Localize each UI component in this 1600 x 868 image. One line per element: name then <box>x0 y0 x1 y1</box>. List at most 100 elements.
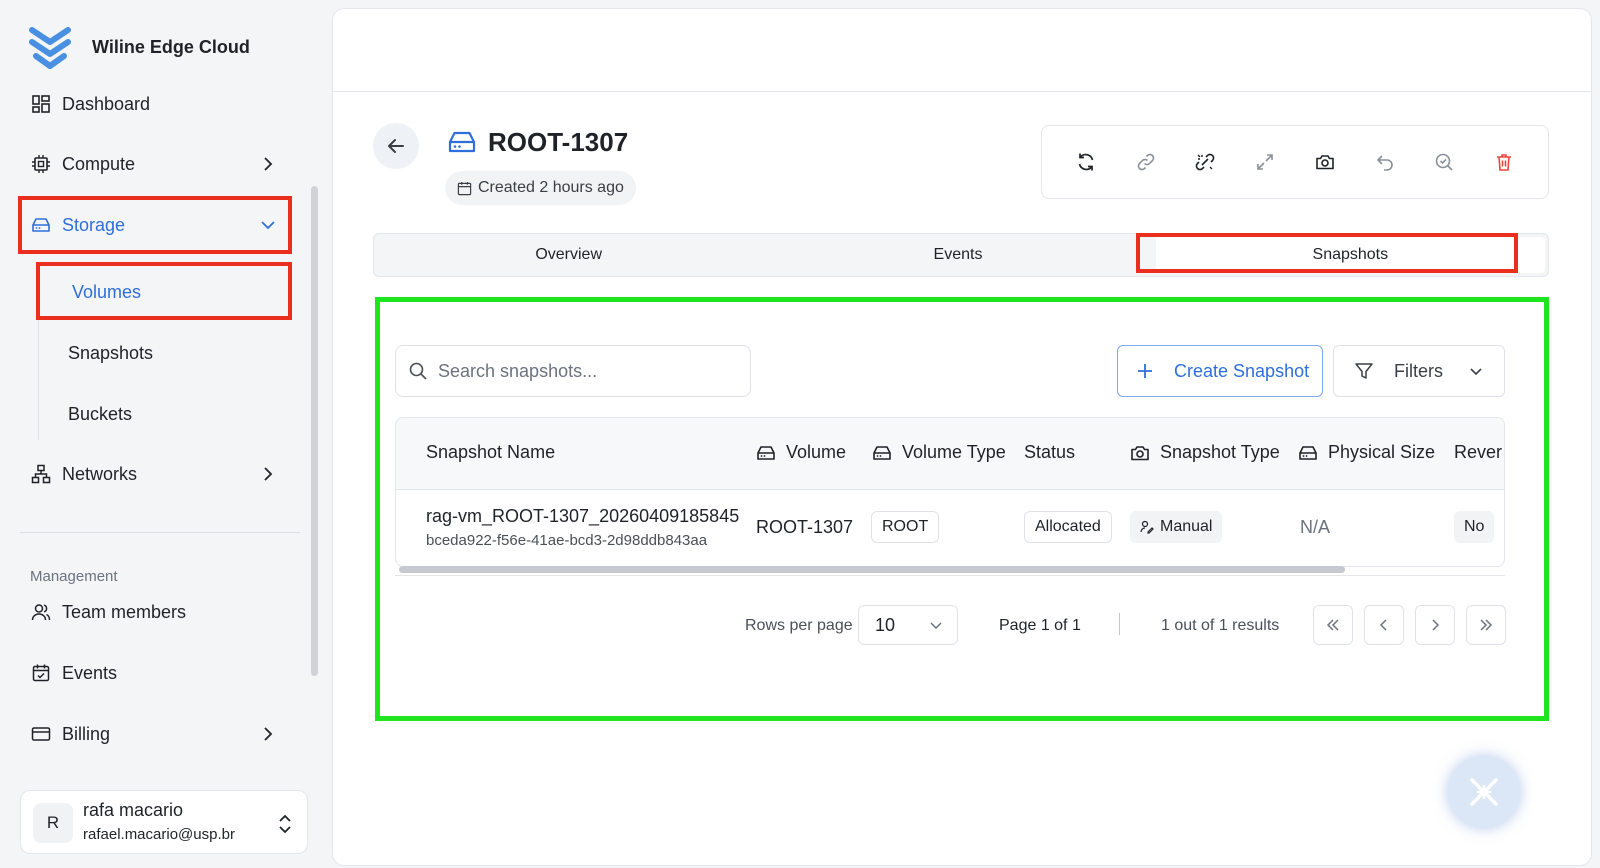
delete-button[interactable] <box>1488 146 1520 178</box>
sidebar-subitem-buckets[interactable]: Buckets <box>68 404 132 425</box>
rows-per-page-select[interactable]: 10 <box>858 605 958 645</box>
user-name: rafa macario <box>83 800 184 820</box>
plus-icon <box>1138 364 1152 378</box>
camera-icon <box>1131 445 1149 460</box>
physical-size: N/A <box>1300 517 1331 537</box>
col-physical-size[interactable]: Physical Size <box>1298 442 1435 463</box>
storage-icon <box>757 445 775 460</box>
snapshot-type-badge: Manual <box>1130 511 1223 543</box>
table-horizontal-scrollbar[interactable] <box>399 566 1345 573</box>
last-page-button[interactable] <box>1466 605 1506 645</box>
calendar-icon <box>30 662 52 684</box>
storage-icon <box>873 445 891 460</box>
volume-type-badge: ROOT <box>871 511 940 543</box>
rows-per-page-value: 10 <box>875 614 896 635</box>
create-snapshot-label: Create Snapshot <box>1174 360 1310 381</box>
chevron-up-down-icon <box>279 814 291 834</box>
snapshot-name[interactable]: rag-vm_ROOT-1307_20260409185845 <box>426 506 739 527</box>
top-bar <box>333 9 1591 92</box>
col-revertable[interactable]: Rever <box>1454 442 1502 463</box>
dashboard-icon <box>30 93 52 115</box>
chevron-left-icon <box>1379 619 1387 631</box>
sidebar-item-label: Dashboard <box>62 93 151 114</box>
prev-page-button[interactable] <box>1364 605 1404 645</box>
sidebar-item-team-members[interactable]: Team members <box>20 584 296 640</box>
col-status[interactable]: Status <box>1024 442 1075 463</box>
table-header: Snapshot Name Volume Volume Type Status … <box>396 418 1504 490</box>
tab-overview[interactable]: Overview <box>374 234 763 276</box>
refresh-button[interactable] <box>1070 146 1102 178</box>
undo-icon <box>1376 155 1393 171</box>
user-email: rafael.macario@usp.br <box>83 826 235 843</box>
filters-button[interactable]: Filters <box>1333 345 1505 397</box>
storage-icon <box>1299 445 1317 460</box>
user-menu[interactable]: R rafa macario rafael.macario@usp.br <box>20 790 308 854</box>
search-box[interactable] <box>395 345 751 397</box>
avatar: R <box>33 803 73 843</box>
status-badge: Allocated <box>1024 511 1112 543</box>
assistant-icon <box>1470 778 1498 806</box>
sidebar-subitem-snapshots[interactable]: Snapshots <box>68 343 153 364</box>
sidebar: Wiline Edge Cloud Dashboard Compute Stor… <box>0 0 320 868</box>
sidebar-scrollbar[interactable] <box>311 186 318 676</box>
chevrons-left-icon <box>1326 619 1339 631</box>
resize-button[interactable] <box>1249 146 1281 178</box>
sidebar-divider <box>20 532 300 533</box>
revertable-badge: No <box>1454 511 1495 543</box>
check-button[interactable] <box>1428 146 1460 178</box>
refresh-icon <box>1078 153 1094 171</box>
chevron-right-icon <box>264 157 273 171</box>
revert-button[interactable] <box>1369 146 1401 178</box>
sidebar-item-events[interactable]: Events <box>20 645 296 701</box>
chevron-right-icon <box>264 467 273 481</box>
search-icon <box>409 362 427 380</box>
card-icon <box>30 723 52 745</box>
col-snapshot-type[interactable]: Snapshot Type <box>1130 442 1280 463</box>
sidebar-item-networks[interactable]: Networks <box>20 446 296 502</box>
results-count: 1 out of 1 results <box>1161 617 1280 634</box>
create-snapshot-button[interactable]: Create Snapshot <box>1117 345 1323 397</box>
take-snapshot-button[interactable] <box>1309 146 1341 178</box>
table-row[interactable]: rag-vm_ROOT-1307_20260409185845 bceda922… <box>396 490 1504 566</box>
link-icon <box>1137 153 1154 171</box>
brand[interactable]: Wiline Edge Cloud <box>28 24 250 70</box>
chevron-right-icon <box>264 727 273 741</box>
search-check-icon <box>1436 153 1453 171</box>
attach-button[interactable] <box>1130 146 1162 178</box>
filters-label: Filters <box>1394 360 1443 381</box>
section-label-management: Management <box>30 568 118 585</box>
created-badge: Created 2 hours ago <box>445 171 636 205</box>
highlight-storage <box>18 196 292 254</box>
sidebar-item-compute[interactable]: Compute <box>20 136 296 192</box>
tab-events[interactable]: Events <box>763 234 1152 276</box>
page-title: ROOT-1307 <box>488 127 629 157</box>
search-input[interactable] <box>438 360 738 382</box>
filter-icon <box>1355 363 1373 379</box>
unlink-icon <box>1196 153 1215 171</box>
back-button[interactable] <box>373 123 419 169</box>
sidebar-item-label: Networks <box>62 463 138 484</box>
col-snapshot-name[interactable]: Snapshot Name <box>426 442 555 463</box>
sidebar-item-billing[interactable]: Billing <box>20 706 296 762</box>
col-volume-type[interactable]: Volume Type <box>872 442 1006 463</box>
arrow-left-icon <box>388 139 404 153</box>
highlight-volumes <box>36 262 292 320</box>
first-page-button[interactable] <box>1313 605 1353 645</box>
user-edit-icon <box>1140 520 1154 534</box>
expand-icon <box>1257 154 1273 170</box>
snapshots-table: Snapshot Name Volume Volume Type Status … <box>395 417 1505 567</box>
created-text: Created 2 hours ago <box>478 179 624 196</box>
snapshot-id: bceda922-f56e-41ae-bcd3-2d98ddb843aa <box>426 532 708 549</box>
assistant-fab-button[interactable] <box>1448 756 1520 828</box>
sidebar-item-label: Compute <box>62 153 136 174</box>
sidebar-item-label: Events <box>62 662 118 683</box>
trash-icon <box>1497 154 1512 171</box>
sidebar-item-label: Team members <box>62 601 187 622</box>
brand-name: Wiline Edge Cloud <box>92 36 250 57</box>
pagination-separator <box>1119 613 1120 635</box>
sidebar-item-dashboard[interactable]: Dashboard <box>20 76 296 132</box>
col-volume[interactable]: Volume <box>756 442 846 463</box>
next-page-button[interactable] <box>1415 605 1455 645</box>
detach-button[interactable] <box>1189 146 1221 178</box>
users-icon <box>30 601 52 623</box>
